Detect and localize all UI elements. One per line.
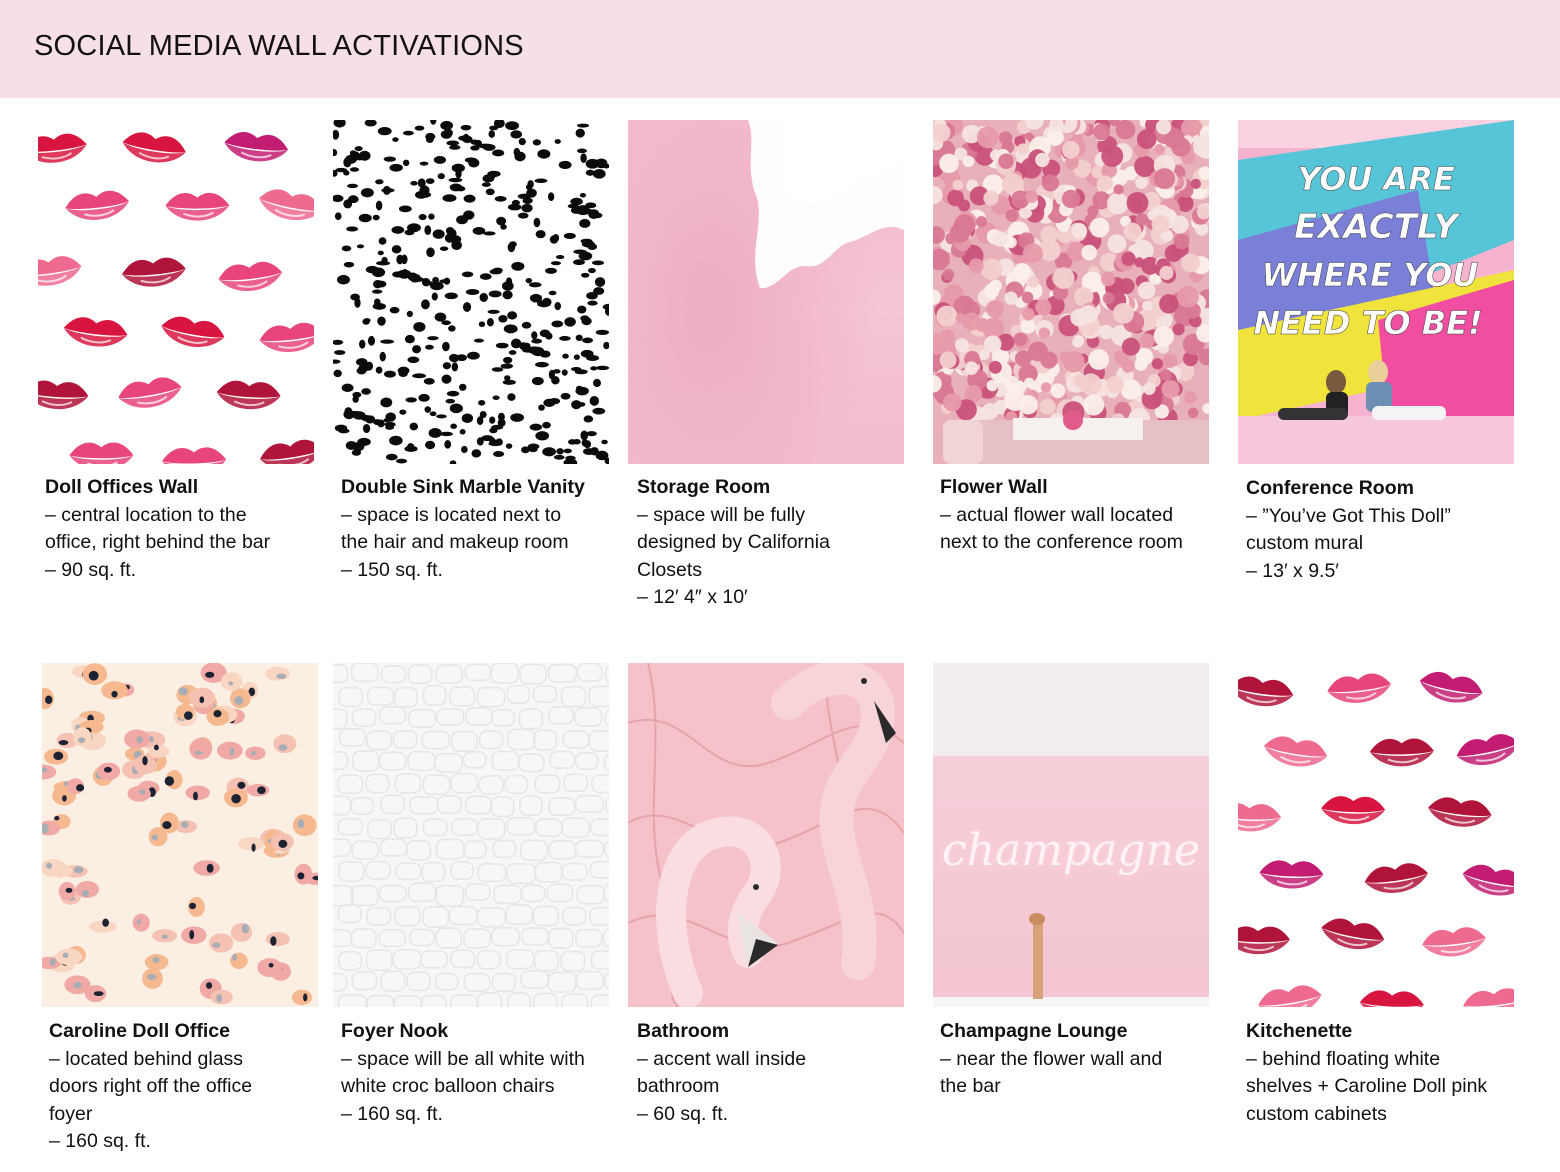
mural-line-4: NEED TO BE!	[1253, 304, 1482, 342]
card-line: shelves + Caroline Doll pink	[1246, 1075, 1488, 1097]
card-title: Bathroom	[637, 1020, 730, 1042]
card-foyer-nook: Foyer Nook – space will be all white wit…	[341, 1018, 611, 1128]
neon-text: champagne	[942, 825, 1200, 876]
card-line: doors right off the office	[49, 1075, 253, 1097]
flamingo-wallpaper-swatch	[628, 663, 904, 1007]
card-title: Foyer Nook	[341, 1020, 449, 1042]
lips-pattern-image	[38, 120, 314, 464]
card-doll-offices-wall: Doll Offices Wall – central location to …	[45, 474, 315, 584]
card-line: – 160 sq. ft.	[341, 1102, 443, 1125]
card-bathroom: Bathroom – accent wall inside bathroom –…	[637, 1018, 907, 1128]
card-title: Caroline Doll Office	[49, 1020, 230, 1042]
card-line: – ”You’ve Got This Doll”	[1246, 504, 1451, 527]
card-title: Conference Room	[1246, 477, 1414, 499]
card-line: – 160 sq. ft.	[49, 1130, 151, 1152]
card-champagne-lounge: Champagne Lounge – near the flower wall …	[940, 1018, 1210, 1101]
champagne-neon-photo: champagne champagne	[933, 663, 1209, 1007]
mural-line-2: EXACTLY	[1294, 207, 1461, 247]
card-line: foyer	[49, 1102, 93, 1125]
card-title: Kitchenette	[1246, 1020, 1353, 1042]
card-line: – space is located next to	[341, 503, 562, 526]
card-title: Double Sink Marble Vanity	[341, 476, 585, 498]
flamingo-image	[628, 663, 904, 1007]
card-line: white croc balloon chairs	[341, 1075, 555, 1097]
card-title: Doll Offices Wall	[45, 476, 199, 498]
card-line: office, right behind the bar	[45, 531, 271, 553]
lips-pattern-swatch-2	[1238, 663, 1514, 1007]
neon-sign-image: champagne champagne	[933, 663, 1209, 1007]
dalmatian-pattern-swatch	[333, 120, 609, 464]
watercolor-image	[628, 120, 904, 464]
card-line: Closets	[637, 558, 703, 581]
card-line: the bar	[940, 1075, 1001, 1097]
card-line: – space will be fully	[637, 503, 805, 526]
card-line: – behind floating white	[1246, 1047, 1441, 1070]
card-line: designed by California	[637, 531, 830, 553]
mural-image: YOU ARE EXACTLY WHERE YOU NEED TO BE!	[1238, 120, 1514, 464]
card-line: custom cabinets	[1246, 1102, 1387, 1125]
card-title: Champagne Lounge	[940, 1020, 1128, 1042]
card-line: – 90 sq. ft.	[45, 558, 137, 581]
card-line: – located behind glass	[49, 1047, 244, 1070]
card-title: Storage Room	[637, 476, 771, 498]
mural-line-1: YOU ARE	[1297, 160, 1455, 198]
lips-pattern-swatch	[38, 120, 314, 464]
card-title: Flower Wall	[940, 476, 1048, 498]
dalmatian-spots-image	[333, 120, 609, 464]
flower-wall-photo	[933, 120, 1209, 464]
card-kitchenette: Kitchenette – behind floating white shel…	[1246, 1018, 1516, 1128]
flower-wall-image	[933, 120, 1209, 464]
croc-texture-image	[333, 663, 609, 1007]
lips-pattern-image	[1238, 663, 1514, 1007]
card-double-sink-vanity: Double Sink Marble Vanity – space is loc…	[341, 474, 611, 584]
mural-line-3: WHERE YOU	[1262, 256, 1479, 294]
card-line: bathroom	[637, 1075, 720, 1097]
page-title: SOCIAL MEDIA WALL ACTIVATIONS	[34, 30, 524, 62]
page-header: SOCIAL MEDIA WALL ACTIVATIONS	[0, 0, 1560, 98]
card-line: next to the conference room	[940, 531, 1183, 553]
card-line: – central location to the	[45, 503, 247, 526]
card-line: the hair and makeup room	[341, 531, 569, 553]
card-caroline-doll-office: Caroline Doll Office – located behind gl…	[49, 1018, 319, 1156]
card-line: – near the flower wall and	[940, 1047, 1163, 1070]
pink-watercolor-swatch	[628, 120, 904, 464]
leopard-pattern-swatch	[42, 663, 318, 1007]
white-croc-swatch	[333, 663, 609, 1007]
card-line: – space will be all white with	[341, 1047, 585, 1070]
card-line: – 12′ 4″ x 10′	[637, 586, 748, 608]
conference-mural-photo: YOU ARE EXACTLY WHERE YOU NEED TO BE!	[1238, 120, 1514, 464]
card-line: – actual flower wall located	[940, 503, 1174, 526]
card-storage-room: Storage Room – space will be fully desig…	[637, 474, 907, 612]
card-line: custom mural	[1246, 532, 1364, 554]
card-conference-room: Conference Room – ”You’ve Got This Doll”…	[1246, 475, 1516, 585]
card-line: – accent wall inside	[637, 1047, 807, 1070]
leopard-print-image	[42, 663, 318, 1007]
card-flower-wall: Flower Wall – actual flower wall located…	[940, 474, 1210, 557]
card-line: – 60 sq. ft.	[637, 1102, 729, 1125]
card-line: – 13′ x 9.5′	[1246, 559, 1339, 582]
card-line: – 150 sq. ft.	[341, 558, 443, 581]
